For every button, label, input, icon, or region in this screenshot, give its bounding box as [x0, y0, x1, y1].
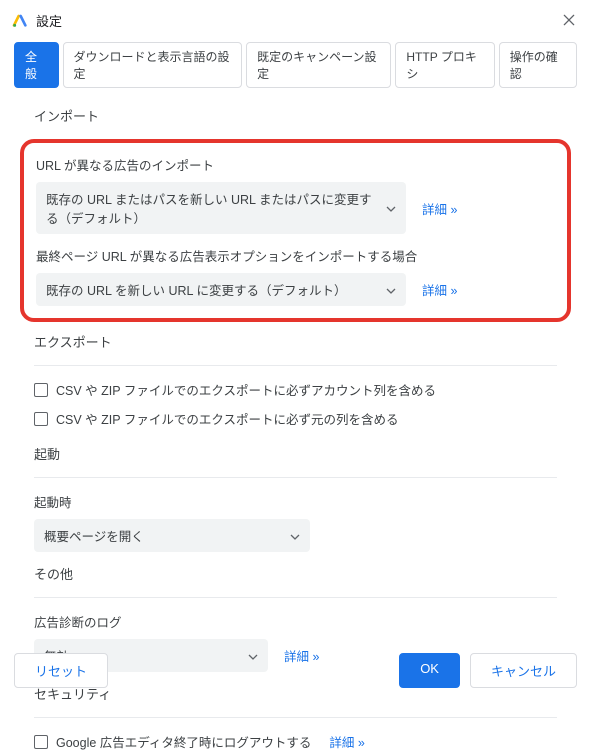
- import-field2-label: 最終ページ URL が異なる広告表示オプションをインポートする場合: [36, 246, 555, 265]
- highlighted-import-box: URL が異なる広告のインポート 既存の URL またはパスを新しい URL ま…: [20, 139, 571, 322]
- section-title-other: その他: [34, 564, 557, 583]
- cancel-button[interactable]: キャンセル: [470, 653, 577, 688]
- window-title: 設定: [36, 11, 62, 30]
- startup-label: 起動時: [34, 492, 557, 511]
- section-title-import: インポート: [34, 106, 557, 125]
- security-cb-checkbox[interactable]: [34, 735, 48, 749]
- tab-download-lang[interactable]: ダウンロードと表示言語の設定: [63, 42, 243, 88]
- footer: リセット OK キャンセル: [0, 641, 591, 706]
- export-cb2-checkbox[interactable]: [34, 412, 48, 426]
- import-field2-details-link[interactable]: 詳細 »: [422, 280, 457, 299]
- divider: [34, 717, 557, 718]
- tab-campaign[interactable]: 既定のキャンペーン設定: [246, 42, 391, 88]
- export-cb2-label: CSV や ZIP ファイルでのエクスポートに必ず元の列を含める: [56, 409, 398, 428]
- import-field1-details-link[interactable]: 詳細 »: [422, 199, 457, 218]
- startup-select[interactable]: 概要ページを開く: [34, 519, 310, 552]
- other-label: 広告診断のログ: [34, 612, 557, 631]
- section-title-startup: 起動: [34, 444, 557, 463]
- tab-confirm-ops[interactable]: 操作の確認: [499, 42, 577, 88]
- security-details-link[interactable]: 詳細 »: [329, 732, 364, 751]
- chevron-down-icon: [386, 201, 396, 215]
- titlebar: 設定: [0, 0, 591, 36]
- import-field1-select[interactable]: 既存の URL またはパスを新しい URL またはパスに変更する（デフォルト）: [36, 182, 406, 234]
- tab-general[interactable]: 全般: [14, 42, 59, 88]
- chevron-down-icon: [290, 529, 300, 543]
- chevron-down-icon: [386, 283, 396, 297]
- divider: [34, 365, 557, 366]
- startup-value: 概要ページを開く: [44, 526, 144, 545]
- divider: [34, 477, 557, 478]
- security-cb-label: Google 広告エディタ終了時にログアウトする: [56, 732, 311, 751]
- tabs: 全般 ダウンロードと表示言語の設定 既定のキャンペーン設定 HTTP プロキシ …: [0, 36, 591, 88]
- app-logo-icon: [12, 12, 28, 28]
- reset-button[interactable]: リセット: [14, 653, 108, 688]
- import-field2-value: 既存の URL を新しい URL に変更する（デフォルト）: [46, 280, 346, 299]
- import-field1-label: URL が異なる広告のインポート: [36, 155, 555, 174]
- tab-http-proxy[interactable]: HTTP プロキシ: [395, 42, 494, 88]
- divider: [34, 597, 557, 598]
- section-title-export: エクスポート: [34, 332, 557, 351]
- ok-button[interactable]: OK: [399, 653, 460, 688]
- export-cb1-label: CSV や ZIP ファイルでのエクスポートに必ずアカウント列を含める: [56, 380, 436, 399]
- close-icon[interactable]: [559, 10, 579, 30]
- import-field1-value: 既存の URL またはパスを新しい URL またはパスに変更する（デフォルト）: [46, 189, 376, 227]
- export-cb1-checkbox[interactable]: [34, 383, 48, 397]
- import-field2-select[interactable]: 既存の URL を新しい URL に変更する（デフォルト）: [36, 273, 406, 306]
